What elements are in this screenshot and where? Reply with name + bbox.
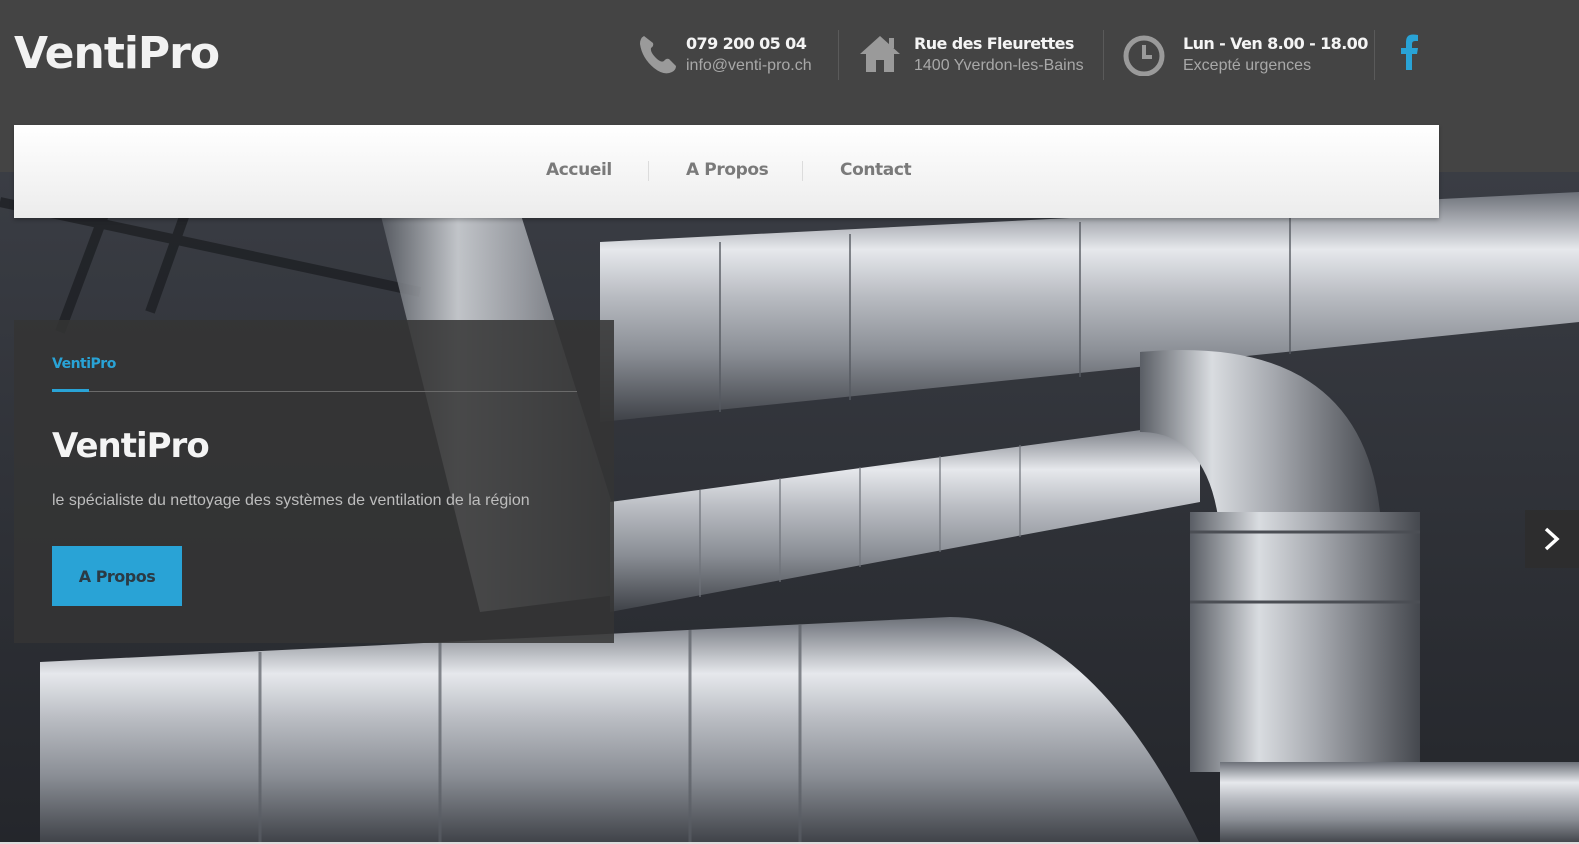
contact-hours: Lun - Ven 8.00 - 18.00 Excepté urgences [1122,30,1368,80]
phone-icon [640,36,676,74]
slide-description: le spécialiste du nettoyage des systèmes… [52,492,530,509]
email-address[interactable]: info@venti-pro.ch [686,57,812,75]
nav-item-accueil[interactable]: Accueil [546,160,612,180]
about-button[interactable]: A Propos [52,546,182,606]
header-divider [1374,30,1375,80]
chevron-right-icon [1544,527,1560,551]
nav-item-contact[interactable]: Contact [840,160,912,180]
clock-icon [1123,35,1165,76]
slide-divider [52,391,577,392]
nav-divider [802,161,803,181]
slide-kicker: VentiPro [52,356,116,372]
slide-caption: VentiPro VentiPro le spécialiste du nett… [14,320,614,643]
contact-phone: 079 200 05 04 info@venti-pro.ch [636,30,826,80]
header-divider [838,30,839,80]
site-logo[interactable]: VentiPro [14,28,220,79]
slider-next-button[interactable] [1525,510,1579,568]
address-street: Rue des Fleurettes [914,34,1074,53]
hours-note: Excepté urgences [1183,57,1312,74]
header-divider [1103,30,1104,80]
home-icon [860,36,900,72]
phone-number[interactable]: 079 200 05 04 [686,34,807,53]
facebook-icon[interactable] [1399,34,1419,70]
nav-divider [648,161,649,181]
opening-hours: Lun - Ven 8.00 - 18.00 [1183,34,1368,53]
address-city: 1400 Yverdon-les-Bains [914,57,1084,74]
slide-divider-accent [52,389,89,392]
contact-address: Rue des Fleurettes 1400 Yverdon-les-Bain… [858,30,1098,80]
main-nav: Accueil A Propos Contact [14,125,1439,218]
slide-title: VentiPro [52,426,210,466]
nav-item-a-propos[interactable]: A Propos [686,160,769,180]
